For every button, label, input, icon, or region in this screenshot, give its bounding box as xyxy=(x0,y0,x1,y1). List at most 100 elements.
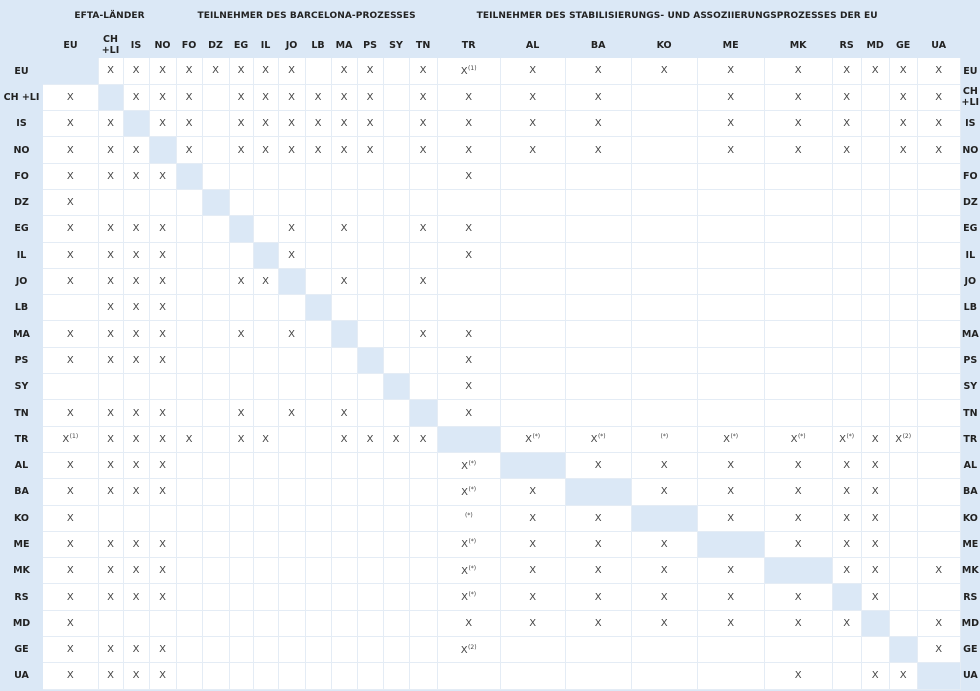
matrix-cell xyxy=(889,189,918,217)
matrix-cell xyxy=(383,662,410,690)
matrix-cell: X xyxy=(98,163,124,190)
matrix-cell xyxy=(253,294,279,322)
matrix-cell xyxy=(123,189,150,217)
diagonal-cell xyxy=(176,163,203,190)
table-row: PS X X X X X PS xyxy=(0,347,980,375)
matrix-cell xyxy=(176,347,203,375)
matrix-cell: X(*) xyxy=(500,426,566,453)
matrix-cell xyxy=(357,215,384,243)
column-header: TN xyxy=(409,32,438,58)
diagonal-cell xyxy=(917,662,961,690)
matrix-cell xyxy=(861,320,890,348)
matrix-cell: X xyxy=(409,84,438,112)
matrix-cell xyxy=(409,636,438,664)
matrix-cell xyxy=(832,399,862,427)
matrix-cell: X xyxy=(229,426,254,453)
matrix-cell: X xyxy=(331,84,358,112)
row-label: GE xyxy=(0,636,43,663)
matrix-cell: X xyxy=(123,583,150,611)
row-label-right: FO xyxy=(960,163,980,190)
matrix-cell xyxy=(861,294,890,322)
matrix-cell: X xyxy=(500,505,566,532)
matrix-cell: X xyxy=(832,136,862,164)
matrix-cell xyxy=(832,163,862,190)
matrix-cell xyxy=(202,347,230,375)
matrix-cell xyxy=(229,242,254,269)
matrix-cell xyxy=(357,610,384,638)
matrix-cell: X xyxy=(278,215,306,243)
matrix-cell xyxy=(229,347,254,375)
matrix-cell xyxy=(331,373,358,401)
matrix-cell xyxy=(437,294,501,322)
matrix-cell: X xyxy=(764,84,833,112)
matrix-cell: X xyxy=(123,478,150,506)
matrix-cell xyxy=(861,268,890,296)
matrix-cell xyxy=(123,505,150,532)
matrix-cell: X xyxy=(917,110,961,138)
matrix-cell xyxy=(917,373,961,401)
matrix-cell xyxy=(253,662,279,690)
matrix-cell xyxy=(357,242,384,269)
row-label: FO xyxy=(0,163,43,190)
matrix-cell xyxy=(176,452,203,480)
matrix-cell: X(1) xyxy=(43,426,99,453)
matrix-cell xyxy=(253,320,279,348)
matrix-cell xyxy=(202,110,230,138)
row-label: AL xyxy=(0,452,43,479)
matrix-cell: X xyxy=(123,557,150,585)
matrix-cell: X xyxy=(889,136,918,164)
column-header: RS xyxy=(832,32,862,58)
group-header xyxy=(0,0,43,32)
matrix-cell xyxy=(305,399,332,427)
row-label-right: JO xyxy=(960,268,980,295)
matrix-cell: X xyxy=(98,531,124,559)
matrix-cell: X xyxy=(331,136,358,164)
matrix-cell xyxy=(861,84,890,112)
diagonal-cell xyxy=(889,636,918,664)
matrix-cell: X xyxy=(278,242,306,269)
matrix-cell: X xyxy=(305,84,332,112)
matrix-cell xyxy=(565,268,632,296)
matrix-cell xyxy=(43,373,99,401)
matrix-cell xyxy=(383,636,410,664)
diagonal-cell xyxy=(305,294,332,322)
matrix-cell: X xyxy=(565,110,632,138)
matrix-cell xyxy=(202,268,230,296)
matrix-cell xyxy=(861,636,890,664)
matrix-cell: X xyxy=(409,426,438,453)
matrix-cell xyxy=(331,478,358,506)
matrix-cell xyxy=(764,215,833,243)
matrix-cell xyxy=(889,610,918,638)
matrix-cell xyxy=(383,583,410,611)
matrix-cell: X xyxy=(409,320,438,348)
matrix-cell xyxy=(43,294,99,322)
matrix-cell xyxy=(98,373,124,401)
matrix-cell xyxy=(889,163,918,190)
matrix-cell: X xyxy=(278,84,306,112)
diagonal-cell xyxy=(123,110,150,138)
matrix-cell: X xyxy=(123,452,150,480)
matrix-cell: X xyxy=(331,399,358,427)
matrix-cell: X xyxy=(202,58,230,85)
matrix-cell xyxy=(331,452,358,480)
matrix-cell xyxy=(383,320,410,348)
matrix-cell: X xyxy=(565,583,632,611)
matrix-cell xyxy=(331,531,358,559)
matrix-cell xyxy=(278,426,306,453)
matrix-cell: X xyxy=(149,452,177,480)
matrix-cell xyxy=(917,452,961,480)
matrix-cell xyxy=(409,557,438,585)
cumulation-matrix: EFTA-LÄNDER TEILNEHMER DES BARCELONA-PROZ… xyxy=(0,0,980,690)
matrix-cell: X xyxy=(889,662,918,690)
footnote-marker: (1) xyxy=(69,433,79,441)
matrix-cell xyxy=(500,373,566,401)
diagonal-cell xyxy=(383,373,410,401)
matrix-cell: X xyxy=(278,136,306,164)
matrix-cell: X xyxy=(98,557,124,585)
matrix-cell xyxy=(278,662,306,690)
column-header: EU xyxy=(43,32,98,58)
matrix-cell xyxy=(149,189,177,217)
footnote-marker: (*) xyxy=(465,512,473,520)
group-header: TEILNEHMER DES BARCELONA-PROZESSES xyxy=(176,0,438,32)
matrix-cell xyxy=(202,531,230,559)
